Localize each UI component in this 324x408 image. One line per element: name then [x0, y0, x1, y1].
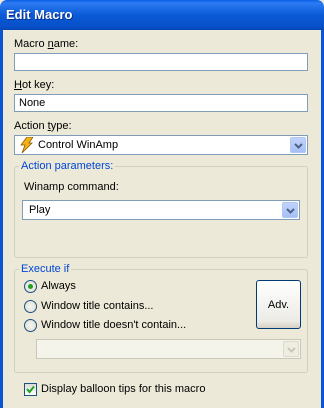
- action-parameters-legend: Action parameters:: [21, 160, 114, 172]
- radio-selected-dot: [28, 284, 33, 289]
- window-title: Edit Macro: [6, 7, 73, 22]
- hot-key-label: Hot key:: [14, 79, 55, 91]
- radio-circle[interactable]: [24, 280, 37, 293]
- execute-if-legend: Execute if: [21, 263, 70, 275]
- action-type-select[interactable]: Control WinAmp: [14, 135, 308, 155]
- action-type-value: Control WinAmp: [38, 139, 119, 151]
- winamp-command-value: Play: [29, 204, 51, 216]
- radio-circle[interactable]: [24, 319, 37, 332]
- chevron-down-icon: [287, 347, 296, 353]
- radio-window-title-not-contains-label: Window title doesn't contain...: [41, 319, 187, 331]
- radio-always-label: Always: [41, 280, 76, 292]
- hot-key-input[interactable]: None: [14, 94, 308, 112]
- chevron-down-icon: [294, 143, 303, 149]
- radio-window-title-contains-label: Window title contains...: [41, 300, 154, 312]
- adv-button-label: Adv.: [267, 298, 290, 311]
- window-title-dropdown-button[interactable]: [283, 341, 299, 357]
- macro-name-input[interactable]: [14, 53, 308, 71]
- adv-button[interactable]: Adv.: [256, 280, 301, 329]
- winamp-lightning-icon: [18, 136, 34, 154]
- hot-key-value: None: [19, 97, 46, 109]
- window-title-select[interactable]: [36, 339, 301, 359]
- winamp-command-label: Winamp command:: [24, 181, 119, 193]
- chevron-down-icon: [286, 208, 295, 214]
- macro-name-label: Macro name:: [14, 38, 79, 50]
- action-type-dropdown-button[interactable]: [290, 137, 306, 153]
- action-type-label: Action type:: [14, 120, 72, 132]
- title-bar[interactable]: Edit Macro: [0, 0, 324, 30]
- balloon-tips-label: Display balloon tips for this macro: [41, 383, 206, 395]
- winamp-command-dropdown-button[interactable]: [282, 202, 298, 218]
- checkbox-box[interactable]: [24, 383, 37, 396]
- checkmark-icon: [26, 385, 35, 394]
- winamp-command-select[interactable]: Play: [22, 200, 300, 220]
- window-frame-left: [0, 30, 3, 408]
- radio-circle[interactable]: [24, 300, 37, 313]
